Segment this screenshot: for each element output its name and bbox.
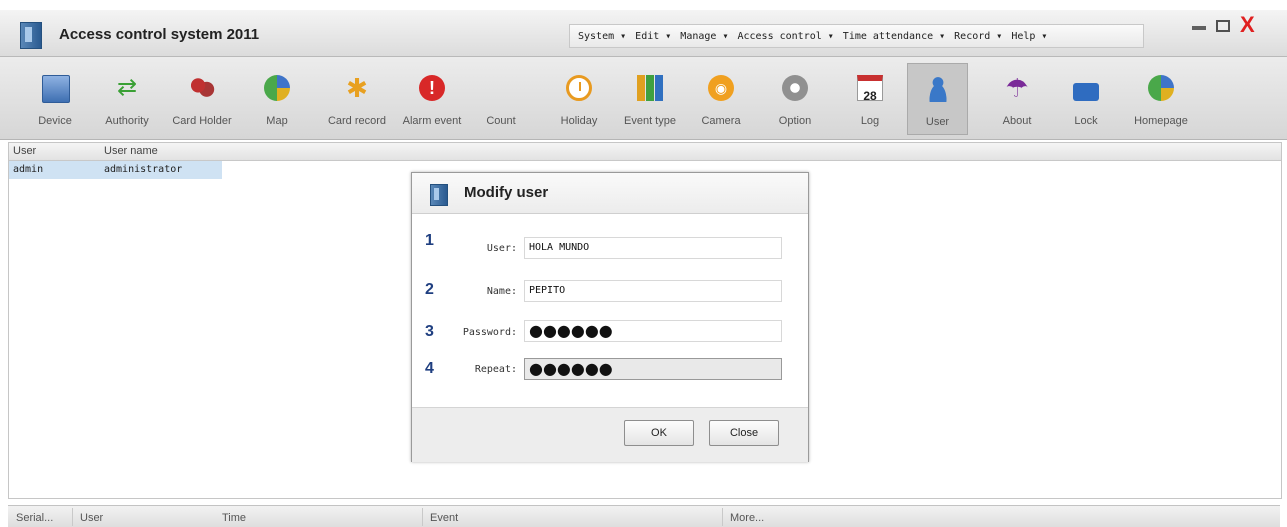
menu-time-attendance[interactable]: Time attendance ▾ [843,31,945,42]
lock-icon [1073,83,1099,101]
menu-system[interactable]: System ▾ [578,31,626,42]
column-divider [72,508,73,526]
clock-icon [566,75,592,101]
menu-bar: System ▾ Edit ▾ Manage ▾ Access control … [569,24,1144,48]
toolbar-label: Count [486,115,516,127]
title-bar: Access control system 2011 System ▾ Edit… [0,10,1287,57]
toolbar: Device ⇄ Authority Card Holder Map ✱ Car… [0,57,1287,140]
dialog-title: Modify user [464,184,549,201]
toolbar-label: Device [38,115,72,127]
cell-user: admin [13,164,44,175]
toolbar-authority-button[interactable]: ⇄ Authority [98,63,156,135]
dialog-title-bar: Modify user [412,173,808,214]
toolbar-map-button[interactable]: Map [255,63,299,135]
user-field-label: User: [486,243,517,254]
toolbar-camera-button[interactable]: ◉ Camera [694,63,748,135]
column-header-serial[interactable]: Serial... [16,512,53,524]
bar-chart-icon [637,75,663,101]
dialog-icon [430,184,448,206]
umbrella-icon: ☂ [1005,73,1029,103]
camera-icon: ◉ [708,75,734,101]
menu-help[interactable]: Help ▾ [1011,31,1047,42]
cell-user-name: administrator [104,164,183,175]
toolbar-card-holder-button[interactable]: Card Holder [163,63,241,135]
toolbar-label: Log [860,115,880,127]
table-header: User User name [9,143,1281,161]
modify-user-dialog: Modify user 1 User: HOLA MUNDO 2 Name: P… [411,172,809,462]
toolbar-event-type-button[interactable]: Event type [617,63,683,135]
map-icon [264,75,290,101]
toolbar-label: Option [778,115,812,127]
dialog-footer: OK Close [412,407,808,462]
maximize-icon[interactable] [1216,20,1230,32]
column-header-event[interactable]: Event [430,512,458,524]
menu-access-control[interactable]: Access control ▾ [737,31,833,42]
device-icon [42,75,70,103]
password-field[interactable]: ●●●●●● [524,320,782,342]
repeat-password-field[interactable]: ●●●●●● [524,358,782,380]
toolbar-label: Holiday [560,115,598,127]
minimize-icon[interactable] [1192,26,1206,30]
app-title: Access control system 2011 [59,26,260,43]
toolbar-label: User [925,116,950,128]
calendar-icon: 28 [857,75,883,103]
repeat-field-label: Repeat: [474,364,517,375]
toolbar-label: Card Holder [172,115,232,127]
column-header-more[interactable]: More... [730,512,764,524]
toolbar-label: Map [266,115,288,127]
column-header-time[interactable]: Time [222,512,246,524]
name-field[interactable]: PEPITO [524,280,782,302]
toolbar-count-button[interactable]: Count [478,63,524,135]
authority-icon: ⇄ [116,74,138,101]
menu-edit[interactable]: Edit ▾ [635,31,671,42]
homepage-icon [1148,75,1174,101]
card-holder-icon [189,75,215,101]
column-divider [722,508,723,526]
toolbar-holiday-button[interactable]: Holiday [554,63,604,135]
toolbar-label: Event type [624,115,676,127]
toolbar-option-button[interactable]: Option [770,63,820,135]
column-header-user[interactable]: User [80,512,103,524]
table-row[interactable]: admin administrator [9,161,222,179]
toolbar-label: Card record [327,115,387,127]
column-header-user-name[interactable]: User name [104,145,158,157]
card-record-icon: ✱ [346,73,368,103]
menu-record[interactable]: Record ▾ [954,31,1002,42]
toolbar-label: Lock [1074,115,1098,127]
close-icon[interactable]: X [1240,12,1255,38]
log-table-header: Serial... User Time Event More... [8,505,1280,527]
toolbar-device-button[interactable]: Device [30,63,80,135]
password-field-label: Password: [462,327,517,338]
user-field[interactable]: HOLA MUNDO [524,237,782,259]
app-icon [20,22,42,49]
toolbar-alarm-event-button[interactable]: ! Alarm event [396,63,468,135]
menu-manage[interactable]: Manage ▾ [680,31,728,42]
column-header-user[interactable]: User [13,145,36,157]
toolbar-label: Camera [701,115,741,127]
toolbar-label: About [1002,115,1032,127]
toolbar-user-button[interactable]: User [907,63,968,135]
column-divider [422,508,423,526]
user-icon [924,76,951,102]
toolbar-label: Authority [105,115,149,127]
toolbar-label: Homepage [1134,115,1188,127]
toolbar-label: Alarm event [402,115,462,127]
close-button[interactable]: Close [709,420,779,446]
toolbar-homepage-button[interactable]: Homepage [1128,63,1194,135]
toolbar-card-record-button[interactable]: ✱ Card record [316,63,398,135]
toolbar-log-button[interactable]: 28 Log [848,63,892,135]
alarm-event-icon: ! [419,75,445,101]
toolbar-lock-button[interactable]: Lock [1066,63,1106,135]
gear-icon [782,75,808,101]
ok-button[interactable]: OK [624,420,694,446]
name-field-label: Name: [486,286,517,297]
toolbar-about-button[interactable]: ☂ About [992,63,1042,135]
